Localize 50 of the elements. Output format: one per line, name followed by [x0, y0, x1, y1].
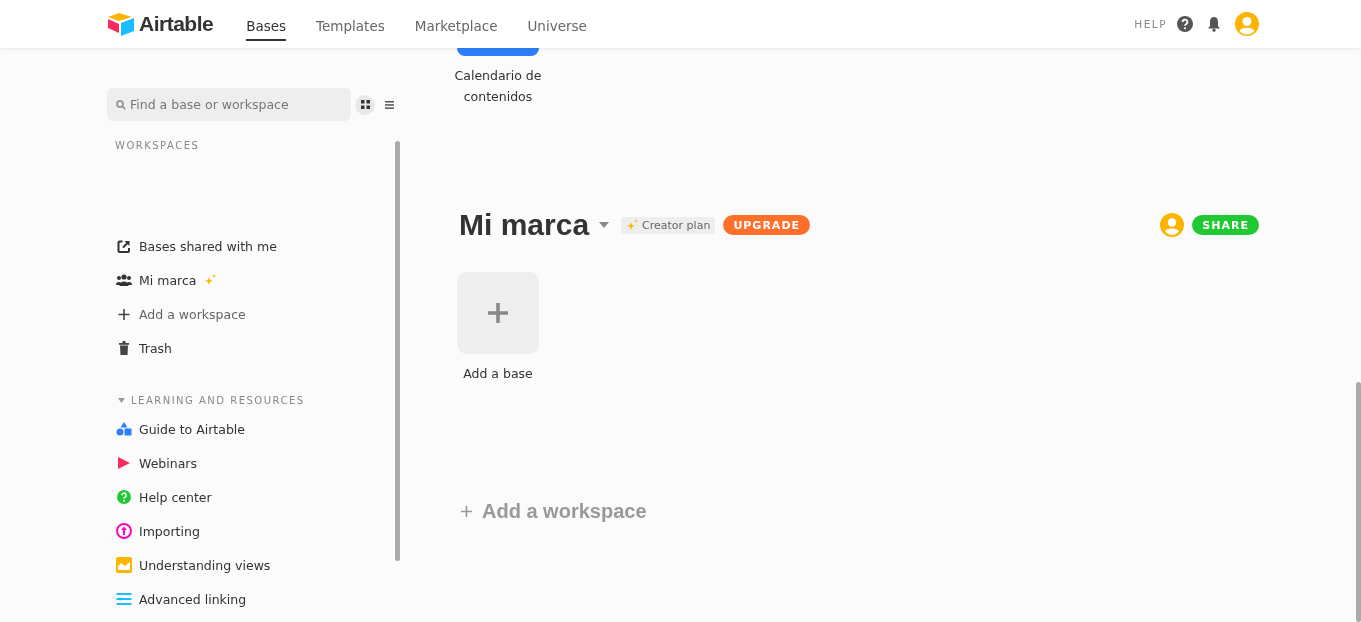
grid-view-button[interactable]	[355, 94, 375, 115]
nav-tab[interactable]: Marketplace	[414, 11, 498, 41]
play-icon	[116, 457, 132, 469]
base-icon[interactable]	[457, 48, 539, 56]
sidebar-item[interactable]: Bases shared with me	[139, 238, 277, 254]
page-scrollbar[interactable]	[1356, 382, 1361, 622]
section-heading: WORKSPACES	[115, 140, 201, 151]
caret-icon[interactable]	[599, 222, 610, 228]
add-base-card[interactable]	[457, 272, 539, 354]
resource-link[interactable]: Help center	[139, 489, 212, 505]
plus-icon	[461, 506, 472, 517]
resource-link[interactable]: Understanding views	[139, 557, 271, 573]
image-icon	[116, 557, 132, 573]
resource-link[interactable]: Webinars	[139, 455, 197, 471]
workspace-title: Mi marca	[459, 208, 590, 242]
plus-icon	[488, 303, 508, 323]
people-icon	[116, 274, 132, 286]
list-icon	[384, 100, 394, 109]
sidebar-item[interactable]: Trash	[139, 340, 173, 356]
add-base-label[interactable]: Add a base	[463, 363, 533, 384]
bell-icon[interactable]	[1207, 16, 1221, 32]
shapes-icon	[116, 422, 132, 436]
plan-name: Creator plan	[642, 218, 711, 232]
logo-text: Airtable	[139, 12, 214, 36]
resource-link[interactable]: Importing	[139, 523, 200, 539]
external-link-icon	[116, 239, 132, 253]
nav-tab[interactable]: Bases	[246, 11, 287, 41]
resource-link[interactable]: Guide to Airtable	[139, 421, 246, 437]
resource-link[interactable]: Advanced linking	[139, 591, 247, 607]
sidebar-item[interactable]: Add a workspace	[139, 306, 246, 322]
sliders-icon	[116, 593, 132, 605]
sidebar-item[interactable]: Mi marca	[139, 272, 197, 288]
scrollbar[interactable]	[395, 141, 400, 561]
help-link[interactable]: HELP	[1134, 18, 1167, 30]
help-icon	[116, 490, 132, 504]
nav-tab[interactable]: Templates	[316, 11, 385, 41]
base-name[interactable]: Calendario de contenidos	[438, 65, 558, 107]
search-field[interactable]: Find a base or workspace	[107, 88, 351, 121]
plus-icon	[116, 308, 132, 320]
trash-icon	[116, 341, 132, 355]
sparkle-icon	[204, 274, 217, 286]
section-heading[interactable]: LEARNING AND RESOURCES	[131, 395, 305, 406]
avatar-icon[interactable]	[1235, 12, 1259, 36]
nav-tab[interactable]: Universe	[527, 11, 587, 41]
grid-icon	[360, 100, 370, 109]
avatar-icon[interactable]	[1160, 213, 1185, 237]
sparkle-icon	[626, 219, 639, 231]
help-icon[interactable]	[1177, 16, 1193, 32]
upload-icon	[116, 523, 132, 539]
logo-icon	[107, 12, 135, 36]
